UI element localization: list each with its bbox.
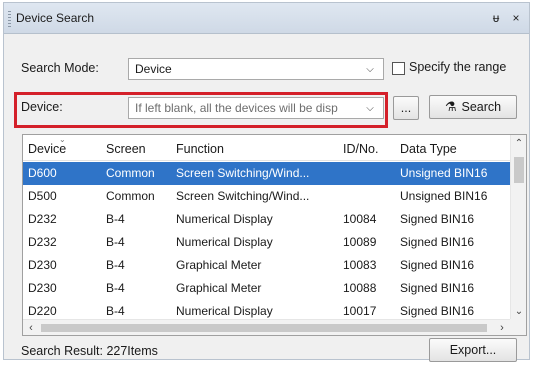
device-search-window: Device Search ᵾ × Search Mode: Device ⌵ … xyxy=(3,2,530,362)
cell-device: D232 xyxy=(28,212,57,226)
browse-button[interactable]: ... xyxy=(393,96,419,120)
cell-screen: B-4 xyxy=(106,258,125,272)
scroll-right-icon[interactable]: › xyxy=(494,320,510,335)
cell-screen: Common xyxy=(106,166,155,180)
results-table[interactable]: ⌄ Device Screen Function ID/No. Data Typ… xyxy=(22,134,527,336)
window-title: Device Search xyxy=(16,11,95,25)
search-button-label: Search xyxy=(461,100,502,114)
cell-data-type: Signed BIN16 xyxy=(400,258,475,272)
column-header[interactable]: Screen xyxy=(106,135,176,163)
table-row[interactable]: D600 Common Screen Switching/Wind... Unsign… xyxy=(23,162,510,185)
cell-function: Graphical Meter xyxy=(176,258,262,272)
table-row[interactable]: D232 B-4 Numerical Display 10089 Signed BIN1… xyxy=(23,231,510,254)
search-button[interactable]: ⚗ Search xyxy=(429,95,517,119)
cell-function: Screen Switching/Wind... xyxy=(176,166,310,180)
horizontal-scrollbar[interactable]: ‹ › xyxy=(23,319,510,335)
cell-device: D500 xyxy=(28,189,57,203)
cell-screen: B-4 xyxy=(106,235,125,249)
search-mode-select[interactable]: Device ⌵ xyxy=(128,58,384,80)
cell-device: D230 xyxy=(28,258,57,272)
browse-label: ... xyxy=(400,101,412,115)
cell-function: Graphical Meter xyxy=(176,281,262,295)
cell-data-type: Signed BIN16 xyxy=(400,281,475,295)
pin-icon[interactable]: ᵾ xyxy=(489,11,503,25)
column-header[interactable]: Data Type xyxy=(400,135,510,163)
export-button-label: Export... xyxy=(449,343,497,357)
table-row[interactable]: D500 Common Screen Switching/Wind... Unsign… xyxy=(23,185,510,208)
horizontal-scroll-thumb[interactable] xyxy=(41,324,487,332)
scroll-up-icon[interactable]: ⌃ xyxy=(511,138,526,149)
vertical-scroll-thumb[interactable] xyxy=(514,157,524,183)
scrollbar-corner xyxy=(510,319,526,335)
cell-function: Numerical Display xyxy=(176,235,273,249)
cell-function: Screen Switching/Wind... xyxy=(176,189,310,203)
export-button[interactable]: Export... xyxy=(429,338,517,362)
search-mode-value: Device xyxy=(135,62,172,76)
table-row[interactable]: D230 B-4 Graphical Meter 10088 Signed BIN16 xyxy=(23,277,510,300)
scroll-left-icon[interactable]: ‹ xyxy=(23,320,39,335)
cell-device: D232 xyxy=(28,235,57,249)
specify-range-label[interactable]: Specify the range xyxy=(409,60,506,74)
cell-id: 10088 xyxy=(343,281,377,295)
scroll-down-icon[interactable]: ⌄ xyxy=(511,306,526,317)
cell-id: 10083 xyxy=(343,258,377,272)
cell-data-type: Unsigned BIN16 xyxy=(400,166,488,180)
cell-screen: Common xyxy=(106,189,155,203)
search-mode-label: Search Mode: xyxy=(21,61,99,75)
column-header[interactable]: ID/No. xyxy=(343,135,403,163)
table-row[interactable]: D230 B-4 Graphical Meter 10083 Signed BIN16 xyxy=(23,254,510,277)
cell-screen: B-4 xyxy=(106,212,125,226)
cell-data-type: Signed BIN16 xyxy=(400,235,475,249)
binoculars-icon: ⚗ xyxy=(444,99,457,114)
cell-data-type: Unsigned BIN16 xyxy=(400,189,488,203)
chevron-down-icon[interactable]: ⌵ xyxy=(363,103,377,114)
device-combobox[interactable]: If left blank, all the devices will be d… xyxy=(128,97,384,119)
title-bar[interactable]: Device Search ᵾ × xyxy=(4,3,529,34)
device-input[interactable]: If left blank, all the devices will be d… xyxy=(135,101,363,115)
cell-data-type: Signed BIN16 xyxy=(400,212,475,226)
table-row[interactable]: D232 B-4 Numerical Display 10084 Signed BIN1… xyxy=(23,208,510,231)
chevron-down-icon: ⌵ xyxy=(366,63,374,75)
drag-grip xyxy=(8,11,11,27)
table-header: ⌄ Device Screen Function ID/No. Data Typ… xyxy=(23,135,510,161)
device-label: Device: xyxy=(21,100,63,114)
cell-id: 10089 xyxy=(343,235,377,249)
cell-id: 10084 xyxy=(343,212,377,226)
cell-device: D600 xyxy=(28,166,57,180)
column-header[interactable]: Device xyxy=(28,135,98,163)
cell-function: Numerical Display xyxy=(176,212,273,226)
vertical-scrollbar[interactable]: ⌃ ⌄ xyxy=(510,135,526,319)
column-header[interactable]: Function xyxy=(176,135,336,163)
close-icon[interactable]: × xyxy=(509,11,523,25)
search-result-text: Search Result: 227Items xyxy=(21,344,158,358)
cell-screen: B-4 xyxy=(106,281,125,295)
cell-device: D230 xyxy=(28,281,57,295)
specify-range-checkbox[interactable] xyxy=(392,62,405,75)
